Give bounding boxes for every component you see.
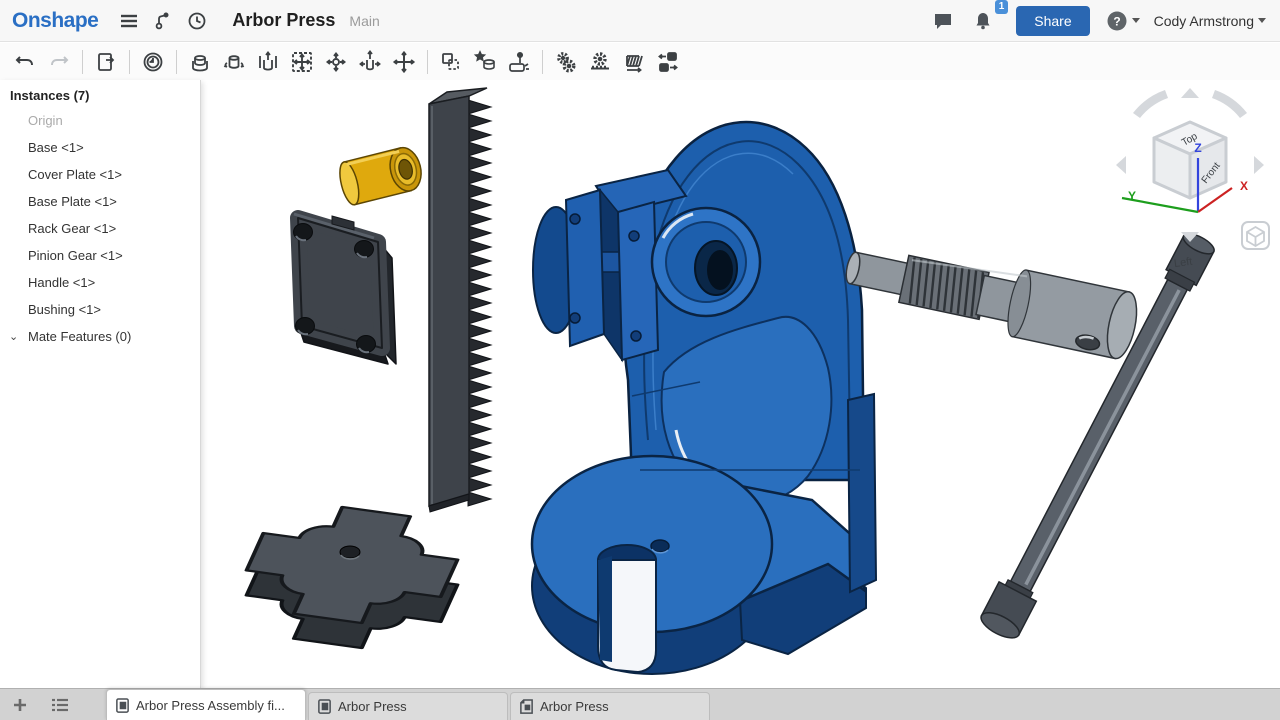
add-tab-button[interactable] — [0, 689, 40, 720]
instance-item-origin[interactable]: Origin — [0, 107, 200, 134]
mate-connector-icon[interactable] — [468, 47, 502, 77]
linear-pattern-icon[interactable] — [434, 47, 468, 77]
notifications-bell-icon[interactable]: 1 — [966, 4, 1000, 38]
screw-relation-icon[interactable] — [617, 47, 651, 77]
cylindrical-mate-icon[interactable] — [353, 47, 387, 77]
chevron-down-icon[interactable]: ⌄ — [9, 330, 18, 343]
axis-z-label: Z — [1194, 141, 1201, 155]
comments-icon[interactable] — [926, 4, 960, 38]
history-clock-icon[interactable] — [180, 4, 214, 38]
part-pinion-gear[interactable] — [840, 233, 1142, 361]
instances-panel: Instances (7) Origin Base <1> Cover Plat… — [0, 80, 201, 688]
assembly-tab-icon — [115, 698, 130, 713]
workspace-name: Main — [349, 13, 379, 29]
user-name: Cody Armstrong — [1154, 13, 1254, 29]
tab-assembly[interactable]: Arbor Press Assembly fi... — [106, 689, 306, 720]
notification-badge: 1 — [995, 0, 1009, 14]
part-base[interactable] — [532, 122, 876, 674]
part-bushing[interactable] — [336, 144, 425, 206]
instance-item-handle[interactable]: Handle <1> — [0, 269, 200, 296]
gear-relation-icon[interactable] — [549, 47, 583, 77]
instances-panel-title: Instances (7) — [0, 80, 200, 107]
help-caret-icon — [1132, 18, 1140, 23]
instance-item-rack-gear[interactable]: Rack Gear <1> — [0, 215, 200, 242]
instance-item-base[interactable]: Base <1> — [0, 134, 200, 161]
svg-text:?: ? — [1113, 14, 1120, 28]
redo-icon[interactable] — [42, 47, 76, 77]
help-icon: ? — [1106, 10, 1128, 32]
history-icon[interactable] — [136, 47, 170, 77]
tab-list-button[interactable] — [40, 689, 80, 720]
onshape-logo[interactable]: Onshape — [12, 9, 98, 33]
part-cover-plate[interactable] — [294, 214, 397, 364]
exploded-views-icon[interactable] — [502, 47, 536, 77]
part-rack-gear[interactable] — [429, 88, 491, 512]
instance-item-pinion-gear[interactable]: Pinion Gear <1> — [0, 242, 200, 269]
top-header: Onshape Arbor Press Main 1 Share ? Cody … — [0, 0, 1280, 42]
drawing-tab-icon — [519, 699, 534, 714]
tab-drawing[interactable]: Arbor Press — [510, 692, 710, 720]
instance-item-bushing[interactable]: Bushing <1> — [0, 296, 200, 323]
part-base-plate[interactable] — [231, 498, 473, 656]
isometric-view-button[interactable] — [1242, 222, 1269, 249]
bottom-tab-bar: Arbor Press Assembly fi... Arbor Press A… — [0, 688, 1280, 720]
viewcube-left-label[interactable]: Left — [1173, 256, 1193, 270]
share-button[interactable]: Share — [1016, 6, 1089, 36]
linear-relation-icon[interactable] — [651, 47, 685, 77]
instance-item-base-plate[interactable]: Base Plate <1> — [0, 188, 200, 215]
versions-branch-icon[interactable] — [146, 4, 180, 38]
instance-item-cover-plate[interactable]: Cover Plate <1> — [0, 161, 200, 188]
part-studio-tab-icon — [317, 699, 332, 714]
move-part-icon[interactable] — [387, 47, 421, 77]
undo-icon[interactable] — [8, 47, 42, 77]
axis-y-label: Y — [1128, 189, 1136, 203]
hamburger-menu-icon[interactable] — [112, 4, 146, 38]
slider-mate-icon[interactable] — [251, 47, 285, 77]
axis-x-label: X — [1240, 179, 1248, 193]
user-account-menu[interactable]: Cody Armstrong — [1154, 13, 1266, 29]
insert-icon[interactable] — [89, 47, 123, 77]
assembly-toolbar — [0, 43, 1280, 80]
mate-features-group[interactable]: ⌄ Mate Features (0) — [0, 323, 200, 350]
ball-mate-icon[interactable] — [319, 47, 353, 77]
document-title: Arbor Press — [232, 10, 335, 31]
mate-icon[interactable] — [183, 47, 217, 77]
tab-part-studio[interactable]: Arbor Press — [308, 692, 508, 720]
planar-mate-icon[interactable] — [285, 47, 319, 77]
revolute-mate-icon[interactable] — [217, 47, 251, 77]
user-caret-icon — [1258, 18, 1266, 23]
rack-pinion-relation-icon[interactable] — [583, 47, 617, 77]
help-menu[interactable]: ? — [1106, 10, 1140, 32]
